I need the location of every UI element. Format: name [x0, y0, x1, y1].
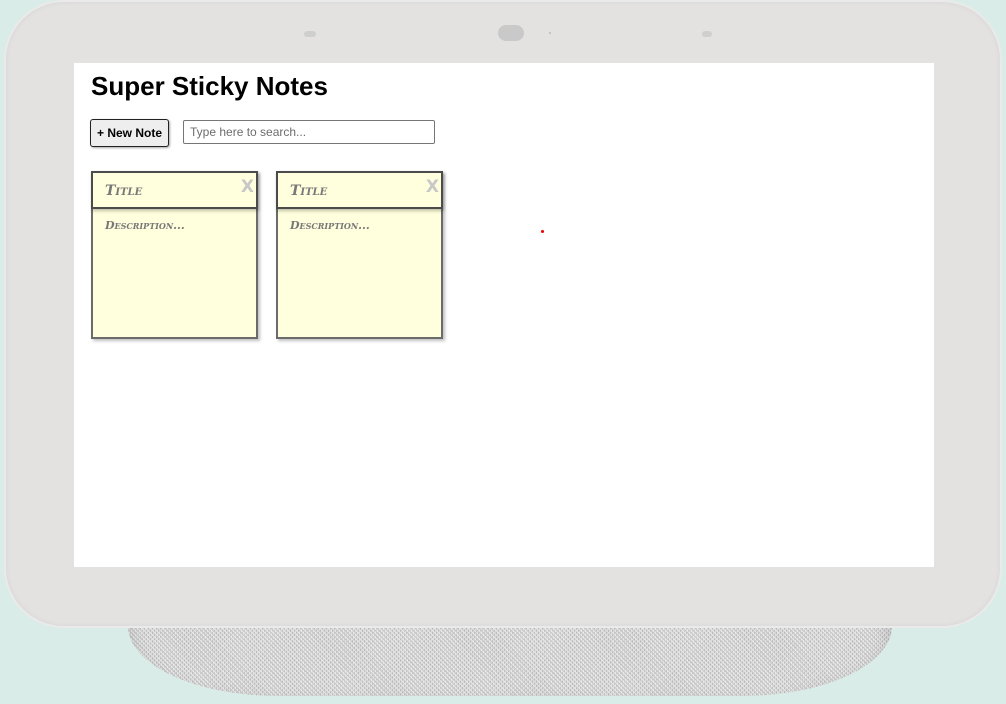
note-title-field[interactable]: Title X [276, 171, 443, 209]
note-card: Title X Description... [91, 171, 258, 339]
note-title-field[interactable]: Title X [91, 171, 258, 209]
note-description[interactable]: Description... [105, 219, 185, 232]
close-icon[interactable]: X [241, 177, 254, 197]
smart-display-device: Super Sticky Notes + New Note Title X De… [0, 0, 1006, 704]
note-title[interactable]: Title [290, 183, 327, 199]
page-title: Super Sticky Notes [91, 71, 328, 101]
note-description[interactable]: Description... [290, 219, 370, 232]
ambient-sensor-icon [549, 32, 551, 34]
new-note-button[interactable]: + New Note [90, 119, 169, 147]
note-card: Title X Description... [276, 171, 443, 339]
cursor-dot-icon [541, 230, 544, 233]
close-icon[interactable]: X [426, 177, 439, 197]
search-input[interactable] [183, 120, 435, 144]
right-sensor-icon [702, 31, 712, 37]
camera-icon [498, 25, 524, 41]
note-title[interactable]: Title [105, 183, 142, 199]
app-screen: Super Sticky Notes + New Note Title X De… [74, 63, 934, 567]
left-sensor-icon [304, 31, 316, 37]
